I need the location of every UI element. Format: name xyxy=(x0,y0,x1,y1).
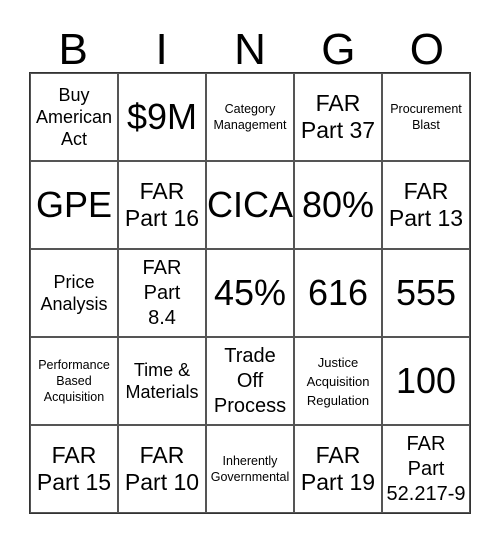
bingo-cell[interactable]: Trade Off Process xyxy=(206,337,294,425)
bingo-cell[interactable]: Inherently Governmental xyxy=(206,425,294,513)
bingo-cell[interactable]: GPE xyxy=(30,161,118,249)
bingo-cell[interactable]: Procurement Blast xyxy=(382,73,470,161)
bingo-cell-text: $9M xyxy=(126,96,198,137)
bingo-cell-text: Price Analysis xyxy=(40,272,108,314)
bingo-cell[interactable]: FAR Part 52.217-9 xyxy=(382,425,470,513)
bingo-cell-text: FAR Part 16 xyxy=(124,178,200,231)
bingo-cell[interactable]: FAR Part 8.4 xyxy=(118,249,206,337)
bingo-cell[interactable]: 45% xyxy=(206,249,294,337)
bingo-cell-text: FAR Part 13 xyxy=(388,178,464,231)
bingo-cell-text: FAR Part 37 xyxy=(300,90,376,143)
bingo-cell[interactable]: CICA xyxy=(206,161,294,249)
bingo-cell-text: Performance Based Acquisition xyxy=(38,358,110,404)
bingo-cell[interactable]: FAR Part 37 xyxy=(294,73,382,161)
bingo-cell[interactable]: 555 xyxy=(382,249,470,337)
bingo-cell[interactable]: 616 xyxy=(294,249,382,337)
bingo-cell-text: Time & Materials xyxy=(125,360,199,402)
header-letter-i: I xyxy=(155,25,168,74)
header-letter-b: B xyxy=(58,25,88,74)
bingo-cell-text: FAR Part 15 xyxy=(36,442,112,495)
bingo-cell-text: 45% xyxy=(213,272,287,313)
bingo-cell-text: GPE xyxy=(35,184,113,225)
bingo-cell-text: 616 xyxy=(307,272,369,313)
bingo-cell[interactable]: FAR Part 13 xyxy=(382,161,470,249)
bingo-cell-text: Trade Off Process xyxy=(213,344,287,417)
header-letter-o: O xyxy=(409,25,444,74)
bingo-header: B I N G O xyxy=(29,24,471,76)
bingo-cell-text: CICA xyxy=(207,184,294,225)
bingo-cell-text: FAR Part 8.4 xyxy=(142,256,182,329)
bingo-cell[interactable]: FAR Part 19 xyxy=(294,425,382,513)
bingo-cell-text: FAR Part 19 xyxy=(300,442,376,495)
bingo-cell[interactable]: 100 xyxy=(382,337,470,425)
bingo-cell-text: 80% xyxy=(301,184,375,225)
bingo-cell[interactable]: 80% xyxy=(294,161,382,249)
bingo-cell-text: Procurement Blast xyxy=(390,102,462,132)
bingo-cell[interactable]: Price Analysis xyxy=(30,249,118,337)
bingo-cell[interactable]: FAR Part 10 xyxy=(118,425,206,513)
bingo-cell[interactable]: Justice Acquisition Regulation xyxy=(294,337,382,425)
bingo-cell[interactable]: Time & Materials xyxy=(118,337,206,425)
bingo-cell[interactable]: $9M xyxy=(118,73,206,161)
bingo-cell[interactable]: Performance Based Acquisition xyxy=(30,337,118,425)
bingo-cell[interactable]: FAR Part 16 xyxy=(118,161,206,249)
bingo-cell-text: Justice Acquisition Regulation xyxy=(306,354,370,408)
header-letter-n: N xyxy=(234,25,266,74)
header-letter-g: G xyxy=(321,25,356,74)
bingo-cell-text: 555 xyxy=(395,272,457,313)
bingo-cell-text: Buy American Act xyxy=(35,85,113,149)
bingo-cell[interactable]: FAR Part 15 xyxy=(30,425,118,513)
bingo-cell-text: FAR Part 10 xyxy=(124,442,200,495)
bingo-cell-text: Category Management xyxy=(213,102,287,132)
bingo-card-grid: Buy American Act $9M Category Management FA… xyxy=(29,72,471,514)
bingo-cell[interactable]: Category Management xyxy=(206,73,294,161)
bingo-cell-text: FAR Part 52.217-9 xyxy=(386,432,466,505)
bingo-cell-text: Inherently Governmental xyxy=(210,454,290,484)
bingo-cell-text: 100 xyxy=(395,360,457,401)
bingo-cell[interactable]: Buy American Act xyxy=(30,73,118,161)
